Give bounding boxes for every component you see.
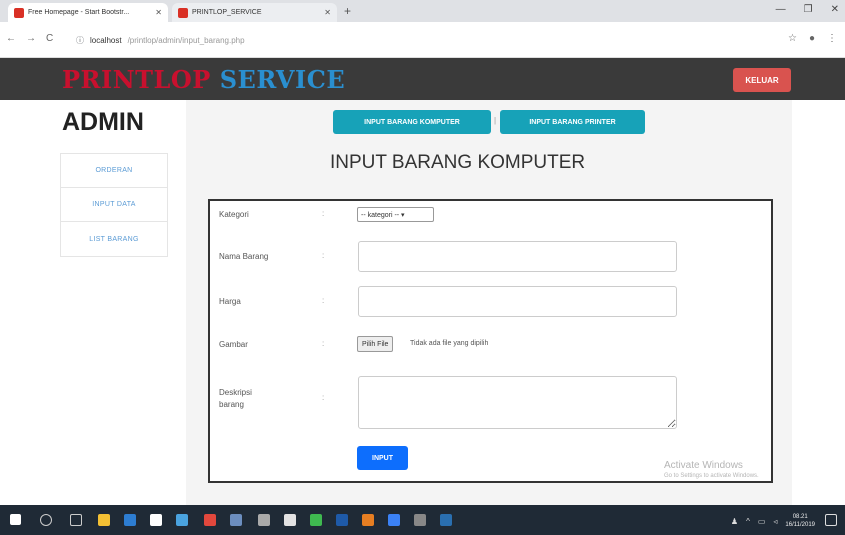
file-status-text: Tidak ada file yang dipilih: [410, 340, 489, 347]
taskbar-clock[interactable]: 08.21 16/11/2019: [785, 513, 815, 529]
file-explorer-icon[interactable]: [98, 514, 110, 526]
harga-input[interactable]: [358, 286, 677, 317]
chrome-icon[interactable]: [204, 514, 216, 526]
favicon-icon: [178, 7, 188, 18]
clock-date: 16/11/2019: [785, 522, 815, 528]
url-host: localhost: [90, 35, 122, 45]
browser-tab-2[interactable]: PRINTLOP_SERVICE ✕: [172, 3, 337, 22]
sidebar-heading: ADMIN: [62, 108, 144, 136]
browser-tab-title: PRINTLOP_SERVICE: [192, 9, 262, 16]
kategori-select[interactable]: -- kategori -- ▾: [357, 207, 434, 222]
notification-icon[interactable]: [825, 514, 837, 526]
app-icon[interactable]: [310, 514, 322, 526]
info-icon[interactable]: ⓘ: [76, 35, 84, 46]
colon: :: [322, 339, 325, 348]
app-icon[interactable]: [440, 514, 452, 526]
extension-icon[interactable]: ●: [809, 33, 815, 44]
button-separator: |: [494, 116, 497, 125]
sidebar-menu: ORDERAN INPUT DATA LIST BARANG: [60, 153, 168, 257]
windows-start-icon[interactable]: [10, 514, 21, 525]
window-controls: — ❐ ✕: [776, 4, 839, 15]
brand-part-1: PRINTLOP: [62, 65, 211, 94]
submit-input-button[interactable]: INPUT: [357, 446, 408, 470]
harga-label: Harga: [219, 297, 241, 306]
nama-barang-input[interactable]: [358, 241, 677, 272]
word-icon[interactable]: [336, 514, 348, 526]
close-tab-icon[interactable]: ✕: [155, 8, 162, 17]
url-path: /printlop/admin/input_barang.php: [127, 35, 245, 45]
input-barang-komputer-button[interactable]: INPUT BARANG KOMPUTER: [333, 110, 491, 134]
back-icon[interactable]: ←: [6, 33, 16, 44]
app-icon[interactable]: [258, 514, 270, 526]
activate-windows-watermark: Activate Windows Go to Settings to activ…: [664, 460, 759, 479]
tray-chevron-icon[interactable]: ^: [746, 517, 750, 526]
mail-icon[interactable]: [176, 514, 188, 526]
reload-icon[interactable]: C: [46, 33, 53, 44]
gambar-label: Gambar: [219, 340, 248, 349]
store-icon[interactable]: [150, 514, 162, 526]
app-icon[interactable]: [388, 514, 400, 526]
windows-taskbar: ♟ ^ ▭ ◃ 08.21 16/11/2019: [0, 505, 845, 535]
edge-browser-icon[interactable]: [124, 514, 136, 526]
people-icon[interactable]: ♟: [731, 517, 738, 526]
menu-dots-icon[interactable]: ⋮: [827, 33, 837, 44]
app-icon[interactable]: [230, 514, 242, 526]
deskripsi-textarea[interactable]: [358, 376, 677, 429]
kategori-label: Kategori: [219, 210, 249, 219]
browser-actions: ☆ ● ⋮: [788, 33, 837, 44]
forward-icon[interactable]: →: [26, 33, 36, 44]
search-icon[interactable]: [40, 514, 52, 526]
nama-barang-label: Nama Barang: [219, 252, 269, 261]
colon: :: [322, 393, 325, 402]
right-margin: [792, 100, 845, 505]
page-title: INPUT BARANG KOMPUTER: [330, 152, 586, 173]
minimize-icon[interactable]: —: [776, 4, 786, 15]
browser-address-bar: ← → C ⓘ localhost /printlop/admin/input_…: [0, 22, 845, 58]
sidebar-item-input-data[interactable]: INPUT DATA: [61, 188, 167, 222]
deskripsi-label: Deskripsi: [219, 388, 252, 397]
brand-logo[interactable]: PRINTLOP SERVICE: [62, 65, 345, 94]
maximize-icon[interactable]: ❐: [804, 4, 813, 15]
network-icon[interactable]: ▭: [758, 517, 766, 526]
app-icon[interactable]: [362, 514, 374, 526]
bookmark-star-icon[interactable]: ☆: [788, 33, 797, 44]
colon: :: [322, 296, 325, 305]
close-window-icon[interactable]: ✕: [831, 4, 839, 15]
colon: :: [322, 209, 325, 218]
volume-icon[interactable]: ◃: [773, 517, 777, 526]
system-tray: ♟ ^ ▭ ◃ 08.21 16/11/2019: [731, 513, 815, 529]
brand-part-2: SERVICE: [219, 65, 346, 94]
browser-tab-1[interactable]: Free Homepage - Start Bootstr... ✕: [8, 3, 168, 22]
browser-tab-title: Free Homepage - Start Bootstr...: [28, 9, 130, 16]
choose-file-button[interactable]: Pilih File: [357, 336, 394, 352]
watermark-line-1: Activate Windows: [664, 460, 743, 471]
logout-button[interactable]: KELUAR: [733, 68, 791, 92]
input-barang-printer-button[interactable]: INPUT BARANG PRINTER: [500, 110, 645, 134]
task-view-icon[interactable]: [70, 514, 82, 526]
browser-nav: ← → C: [6, 33, 53, 44]
browser-tab-bar: Free Homepage - Start Bootstr... ✕ PRINT…: [0, 0, 845, 22]
app-navbar: PRINTLOP SERVICE KELUAR: [0, 58, 845, 100]
new-tab-icon[interactable]: +: [344, 4, 351, 18]
app-icon[interactable]: [414, 514, 426, 526]
favicon-icon: [14, 7, 24, 18]
sidebar-item-orderan[interactable]: ORDERAN: [61, 154, 167, 188]
close-tab-icon[interactable]: ✕: [324, 8, 331, 17]
watermark-line-2: Go to Settings to activate Windows.: [664, 473, 759, 479]
app-icon[interactable]: [284, 514, 296, 526]
colon: :: [322, 251, 325, 260]
sidebar-item-list-barang[interactable]: LIST BARANG: [61, 222, 167, 256]
url-field[interactable]: ⓘ localhost /printlop/admin/input_barang…: [76, 31, 776, 49]
deskripsi-label-2: barang: [219, 400, 244, 409]
clock-time: 08.21: [792, 514, 808, 520]
